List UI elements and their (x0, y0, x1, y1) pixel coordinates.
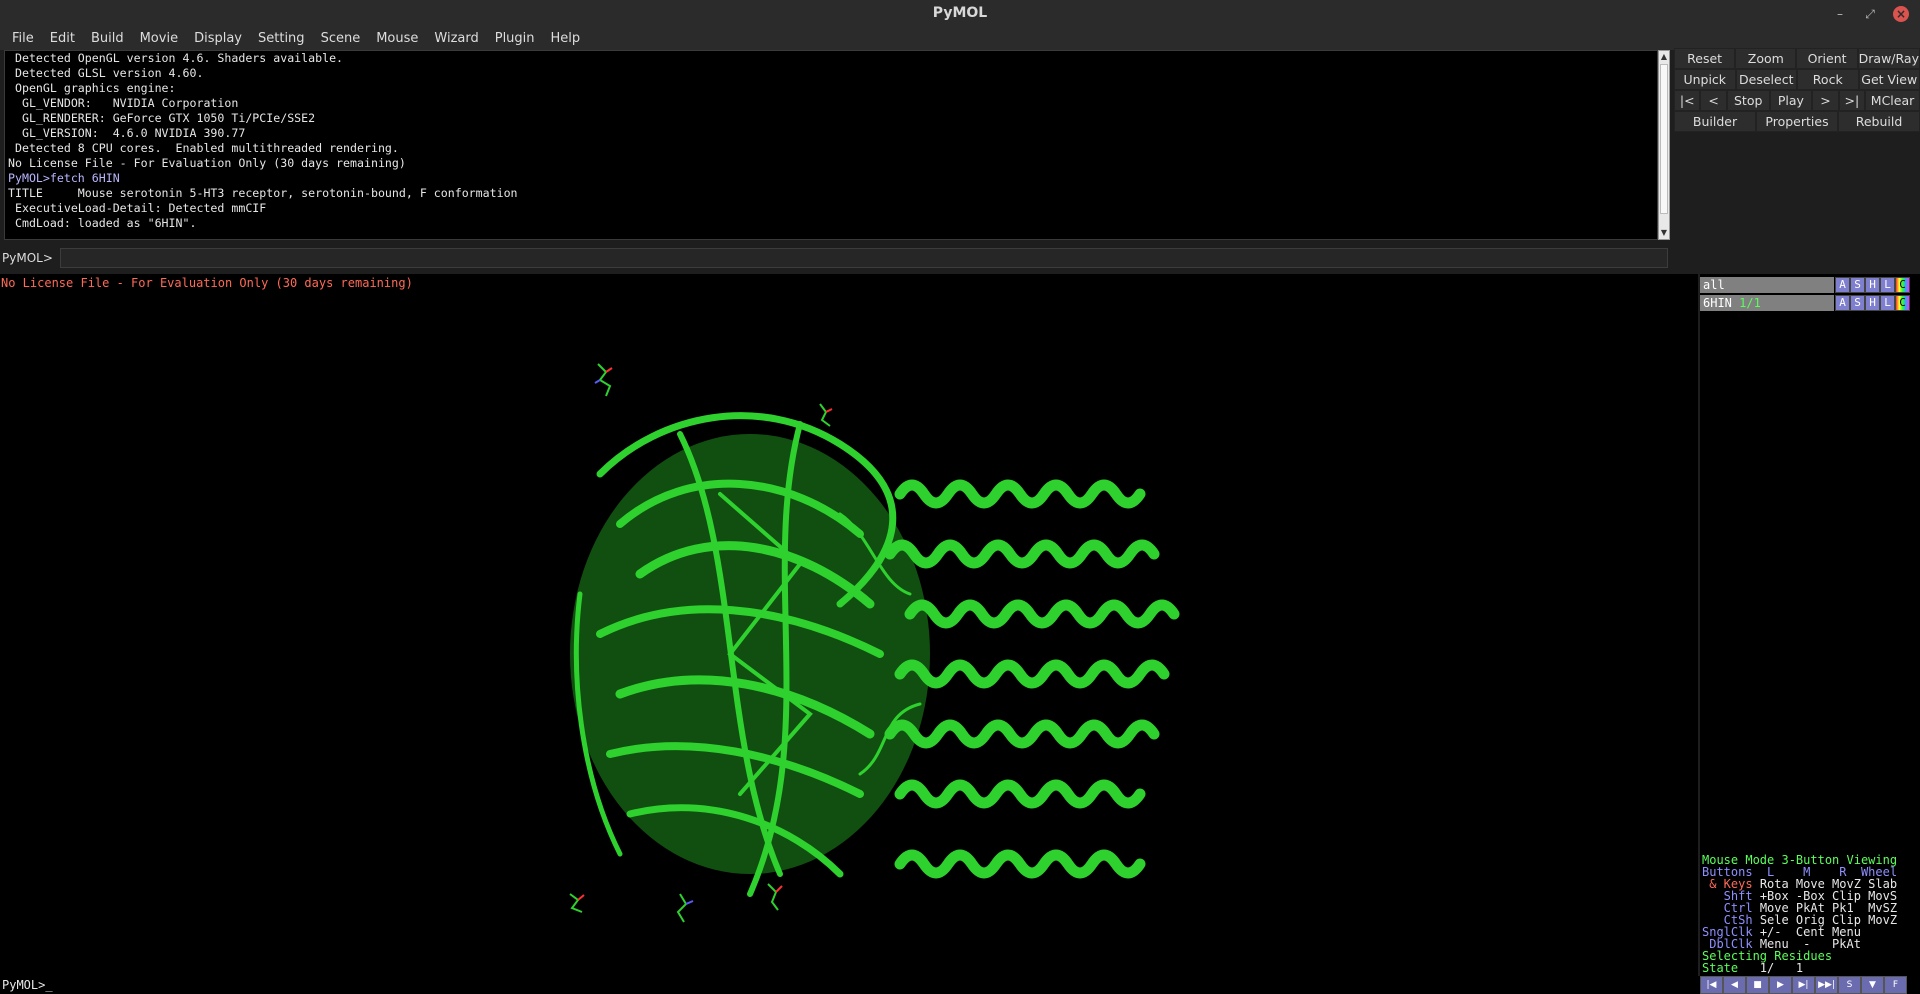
builder-button[interactable]: Builder (1674, 111, 1756, 132)
reset-button[interactable]: Reset (1674, 48, 1736, 69)
show-button[interactable]: S (1850, 295, 1865, 311)
menu-help[interactable]: Help (543, 28, 589, 50)
scroll-up-icon[interactable]: ▲ (1659, 51, 1669, 63)
state-label: State (1702, 961, 1739, 975)
menu-display[interactable]: Display (186, 28, 250, 50)
console-line: TITLE Mouse serotonin 5-HT3 receptor, se… (8, 186, 518, 200)
title-bar: PyMOL – ⤢ × (0, 0, 1920, 28)
play-icon[interactable]: ▶ (1769, 976, 1792, 994)
bottom-bar: PyMOL>_ |◀ ◀ ■ ▶ ▶| ▶▶| S ▼ F (0, 976, 1920, 994)
console-line: OpenGL graphics engine: (8, 81, 176, 95)
rock-button[interactable]: Rock (1797, 69, 1859, 90)
prev-frame-button[interactable]: < (1700, 90, 1727, 111)
close-icon[interactable]: × (1893, 6, 1909, 22)
draw-ray-button[interactable]: Draw/Ray (1857, 48, 1920, 69)
console-line: GL_VENDOR: NVIDIA Corporation (8, 96, 239, 110)
scene-icon[interactable]: S (1838, 976, 1861, 994)
zoom-button[interactable]: Zoom (1735, 48, 1797, 69)
rewind-icon[interactable]: |◀ (1700, 976, 1723, 994)
restore-icon[interactable]: ⤢ (1862, 6, 1878, 22)
console-output: Detected OpenGL version 4.6. Shaders ava… (4, 50, 1658, 240)
action-button[interactable]: A (1835, 277, 1850, 293)
object-name-label: 6HIN (1703, 296, 1732, 310)
step-back-icon[interactable]: ◀ (1723, 976, 1746, 994)
object-name-label: all (1703, 278, 1725, 292)
hide-button[interactable]: H (1865, 295, 1880, 311)
state-readout: State 1/ 1 (1702, 962, 1803, 974)
color-button[interactable]: C (1895, 277, 1910, 293)
label-button[interactable]: L (1880, 277, 1895, 293)
menu-movie[interactable]: Movie (132, 28, 186, 50)
state-value: 1/ 1 (1738, 961, 1804, 975)
window-title: PyMOL (932, 5, 988, 21)
object-name[interactable]: 6HIN 1/1 (1700, 295, 1834, 311)
fast-forward-icon[interactable]: ▶▶| (1815, 976, 1838, 994)
stop-button[interactable]: Stop (1726, 90, 1770, 111)
console-line: Detected OpenGL version 4.6. Shaders ava… (8, 51, 344, 65)
object-panel: all A S H L C 6HIN 1/1 A S H L C (1700, 274, 1920, 850)
menu-build[interactable]: Build (83, 28, 132, 50)
console-line: Detected 8 CPU cores. Enabled multithrea… (8, 141, 399, 155)
minimize-icon[interactable]: – (1832, 6, 1848, 22)
hide-button[interactable]: H (1865, 277, 1880, 293)
menu-bar: File Edit Build Movie Display Setting Sc… (0, 28, 1920, 50)
action-button[interactable]: A (1835, 295, 1850, 311)
console-line: GL_VERSION: 4.6.0 NVIDIA 390.77 (8, 126, 246, 140)
mouse-mode-panel[interactable]: Mouse Mode 3-Button Viewing Buttons L M … (1700, 850, 1920, 976)
object-name[interactable]: all (1700, 277, 1834, 293)
fullscreen-icon[interactable]: F (1884, 976, 1907, 994)
command-row: PyMOL> (0, 246, 1670, 270)
command-input[interactable] (60, 248, 1668, 268)
deselect-button[interactable]: Deselect (1735, 69, 1797, 90)
last-frame-button[interactable]: >| (1838, 90, 1866, 111)
menu-mouse[interactable]: Mouse (368, 28, 426, 50)
object-row-all[interactable]: all A S H L C (1700, 277, 1920, 293)
first-frame-button[interactable]: |< (1674, 90, 1701, 111)
menu-file[interactable]: File (4, 28, 42, 50)
orient-button[interactable]: Orient (1796, 48, 1858, 69)
show-button[interactable]: S (1850, 277, 1865, 293)
stop-icon[interactable]: ■ (1746, 976, 1769, 994)
object-state: 1/1 (1739, 296, 1761, 310)
license-notice: No License File - For Evaluation Only (3… (1, 276, 413, 290)
color-button[interactable]: C (1895, 295, 1910, 311)
movie-controls: |◀ ◀ ■ ▶ ▶| ▶▶| S ▼ F (1700, 976, 1920, 994)
molecule-viewport[interactable]: No License File - For Evaluation Only (3… (0, 274, 1698, 976)
console-command-echo: PyMOL>fetch 6HIN (8, 171, 120, 185)
step-forward-icon[interactable]: ▶| (1792, 976, 1815, 994)
console-line: CmdLoad: loaded as "6HIN". (8, 216, 197, 230)
next-frame-button[interactable]: > (1812, 90, 1839, 111)
console-scrollbar[interactable]: ▲ ▼ (1658, 50, 1670, 240)
menu-plugin[interactable]: Plugin (487, 28, 543, 50)
scroll-down-icon[interactable]: ▼ (1659, 227, 1669, 239)
play-button[interactable]: Play (1769, 90, 1813, 111)
viewer-prompt[interactable]: PyMOL>_ (2, 978, 53, 992)
properties-button[interactable]: Properties (1756, 111, 1838, 132)
mclear-button[interactable]: MClear (1865, 90, 1920, 111)
console-line: GL_RENDERER: GeForce GTX 1050 Ti/PCIe/SS… (8, 111, 316, 125)
scrollbar-thumb[interactable] (1660, 64, 1668, 214)
rebuild-button[interactable]: Rebuild (1838, 111, 1920, 132)
console-line: Detected GLSL version 4.60. (8, 66, 204, 80)
unpick-button[interactable]: Unpick (1674, 69, 1736, 90)
label-button[interactable]: L (1880, 295, 1895, 311)
get-view-button[interactable]: Get View (1858, 69, 1920, 90)
menu-scene[interactable]: Scene (313, 28, 369, 50)
menu-wizard[interactable]: Wizard (426, 28, 486, 50)
control-buttons: Reset Zoom Orient Draw/Ray Unpick Desele… (1674, 48, 1920, 132)
console-line: No License File - For Evaluation Only (3… (8, 156, 406, 170)
protein-cartoon (569, 363, 1180, 923)
console-line: ExecutiveLoad-Detail: Detected mmCIF (8, 201, 267, 215)
object-row-6hin[interactable]: 6HIN 1/1 A S H L C (1700, 295, 1920, 311)
menu-setting[interactable]: Setting (250, 28, 313, 50)
dropdown-icon[interactable]: ▼ (1861, 976, 1884, 994)
menu-edit[interactable]: Edit (42, 28, 83, 50)
command-prompt: PyMOL> (2, 251, 53, 265)
